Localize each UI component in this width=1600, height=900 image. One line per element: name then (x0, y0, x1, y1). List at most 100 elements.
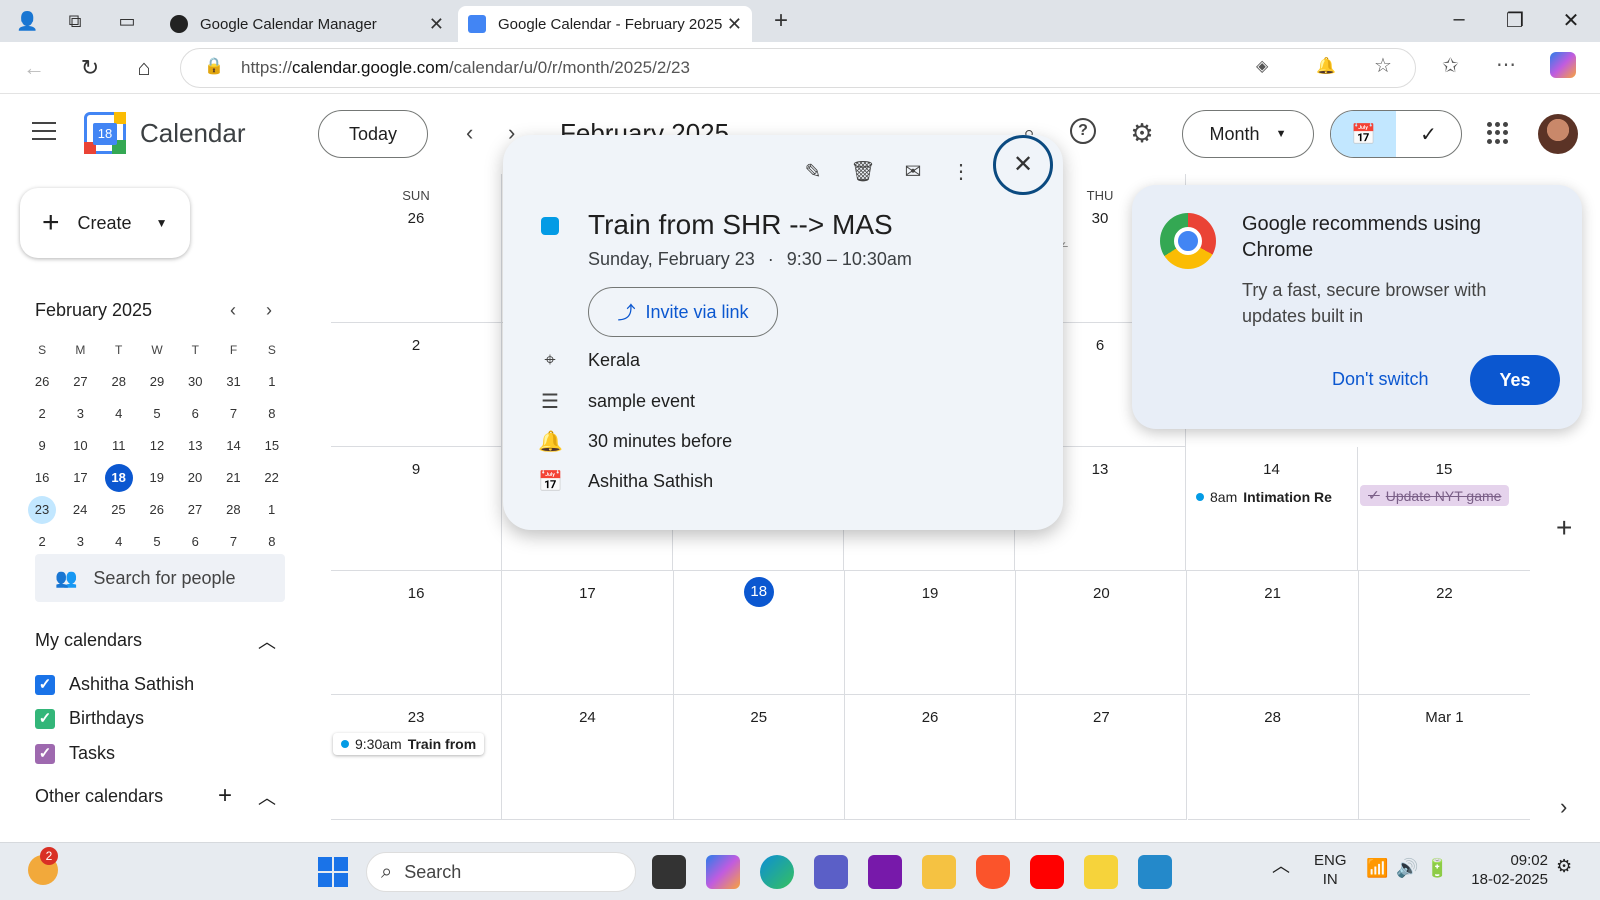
mini-day[interactable]: 28 (100, 368, 138, 396)
mini-day[interactable]: 3 (61, 528, 99, 556)
battery-icon[interactable]: 🔋 (1426, 859, 1448, 878)
mini-prev-icon[interactable]: ‹ (230, 300, 236, 321)
tasks-view-icon[interactable]: ✓ (1396, 111, 1461, 157)
mini-day[interactable]: 7 (214, 400, 252, 428)
mini-day[interactable]: 26 (138, 496, 176, 524)
mini-day[interactable]: 27 (61, 368, 99, 396)
day-number[interactable]: 2 (331, 337, 501, 354)
day-number[interactable]: 19 (845, 585, 1015, 602)
mini-day[interactable]: 11 (100, 432, 138, 460)
mini-day[interactable]: 3 (61, 400, 99, 428)
checkbox-icon[interactable]: ✓ (35, 708, 55, 729)
yes-button[interactable]: Yes (1470, 355, 1560, 405)
home-icon[interactable]: ⌂ (130, 54, 158, 82)
tab-calendar-manager[interactable]: Google Calendar Manager ✕ (160, 6, 454, 42)
day-cell[interactable]: 20 (1016, 571, 1188, 695)
day-cell[interactable]: 14 8am Intimation Re (1186, 447, 1358, 571)
onenote-icon[interactable] (868, 855, 902, 889)
new-tab-icon[interactable]: + (770, 9, 792, 33)
close-tab-icon[interactable]: ✕ (727, 14, 742, 35)
close-window-icon[interactable]: ✕ (1556, 8, 1586, 33)
other-calendars-heading[interactable]: Other calendars (35, 786, 163, 807)
mini-day[interactable]: 1 (253, 368, 291, 396)
mini-day[interactable]: 14 (214, 432, 252, 460)
favorite-star-icon[interactable]: ☆ (1374, 53, 1392, 78)
clock[interactable]: 09:02 18-02-2025 (1468, 851, 1548, 889)
day-cell[interactable]: 17 (502, 571, 674, 695)
add-addon-icon[interactable]: + (1556, 512, 1572, 544)
day-cell[interactable]: 24 (502, 695, 674, 820)
day-number[interactable]: Mar 1 (1359, 709, 1530, 726)
mini-day[interactable]: 31 (214, 368, 252, 396)
edit-pencil-icon[interactable]: ✎ (798, 157, 828, 187)
main-menu-icon[interactable] (32, 122, 56, 140)
wifi-icon[interactable]: 📶 (1366, 859, 1388, 878)
calendar-item-birthdays[interactable]: ✓ Birthdays (35, 708, 144, 729)
day-number[interactable]: 28 (1188, 709, 1358, 726)
edge-browser-icon[interactable] (760, 855, 794, 889)
day-cell[interactable]: 19 (844, 571, 1017, 695)
mini-day[interactable]: 7 (214, 528, 252, 556)
day-number[interactable]: 22 (1359, 585, 1530, 602)
mini-day[interactable]: 21 (214, 464, 252, 492)
close-icon[interactable]: ✕ (993, 135, 1053, 195)
my-calendars-heading[interactable]: My calendars (35, 630, 142, 651)
mini-day[interactable]: 15 (253, 432, 291, 460)
delete-trash-icon[interactable]: 🗑 (848, 157, 878, 187)
mini-day[interactable]: 12 (138, 432, 176, 460)
mini-day[interactable]: 4 (100, 528, 138, 556)
day-number[interactable]: 26 (845, 709, 1015, 726)
more-icon[interactable]: ⋯ (1496, 52, 1516, 77)
view-selector[interactable]: Month ▼ (1182, 110, 1314, 158)
collapse-icon[interactable]: ︿ (258, 784, 276, 810)
day-cell[interactable]: 27 (1016, 695, 1188, 820)
restore-icon[interactable]: ❐ (1500, 8, 1530, 33)
event-chip[interactable]: 9:30am Train from (333, 733, 485, 755)
event-chip[interactable]: 8am Intimation Re (1196, 489, 1332, 505)
copilot-icon[interactable] (1550, 52, 1576, 78)
add-calendar-icon[interactable]: + (218, 782, 232, 810)
day-number[interactable]: 20 (1016, 585, 1186, 602)
checkbox-icon[interactable]: ✓ (35, 743, 55, 764)
day-number[interactable]: 16 (331, 585, 501, 602)
day-cell[interactable]: 23 9:30am Train from (331, 695, 503, 820)
teams-icon[interactable] (814, 855, 848, 889)
tracking-icon[interactable]: ◈ (1256, 56, 1268, 76)
mini-day[interactable]: 5 (138, 528, 176, 556)
mini-day[interactable]: 8 (253, 400, 291, 428)
lock-icon[interactable]: 🔒 (204, 56, 224, 76)
day-number[interactable]: 21 (1188, 585, 1358, 602)
mini-day[interactable]: 23 (28, 496, 56, 524)
help-icon[interactable]: ? (1070, 118, 1096, 144)
day-number[interactable]: 26 (331, 210, 501, 227)
email-icon[interactable]: ✉ (898, 157, 928, 187)
account-avatar[interactable] (1538, 114, 1578, 154)
day-number[interactable]: 17 (502, 585, 672, 602)
day-cell[interactable]: 9 (331, 447, 502, 571)
mini-day[interactable]: 22 (252, 464, 290, 492)
address-bar[interactable]: https://calendar.google.com/calendar/u/0… (180, 48, 1416, 88)
day-number[interactable]: 24 (502, 709, 672, 726)
taskbar-search[interactable]: ⌕ Search (366, 852, 636, 892)
day-cell[interactable]: Mar 1 (1358, 695, 1531, 820)
notifications-icon[interactable]: ⚙ (1556, 857, 1572, 876)
tab-actions-icon[interactable]: ▭ (116, 10, 138, 32)
day-cell[interactable]: 25 (673, 695, 845, 820)
day-cell[interactable]: 22 (1358, 571, 1531, 695)
workspaces-icon[interactable]: ⧉ (64, 10, 86, 32)
collapse-icon[interactable]: ︿ (258, 628, 276, 654)
prev-month-icon[interactable]: ‹ (466, 120, 473, 146)
mini-day[interactable]: 10 (61, 432, 99, 460)
create-button[interactable]: + Create ▼ (20, 188, 190, 258)
mini-day[interactable]: 13 (176, 432, 214, 460)
day-number[interactable]: 15 (1358, 461, 1530, 478)
mini-day[interactable]: 20 (176, 464, 214, 492)
profile-icon[interactable]: 👤 (16, 10, 38, 32)
mini-day[interactable]: 16 (23, 464, 61, 492)
reload-icon[interactable]: ↻ (76, 54, 104, 82)
mini-day[interactable]: 9 (23, 432, 61, 460)
mini-day[interactable]: 8 (253, 528, 291, 556)
settings-gear-icon[interactable]: ⚙ (1127, 118, 1157, 148)
mini-day[interactable]: 5 (138, 400, 176, 428)
day-cell[interactable]: SUN 26 (331, 174, 502, 323)
